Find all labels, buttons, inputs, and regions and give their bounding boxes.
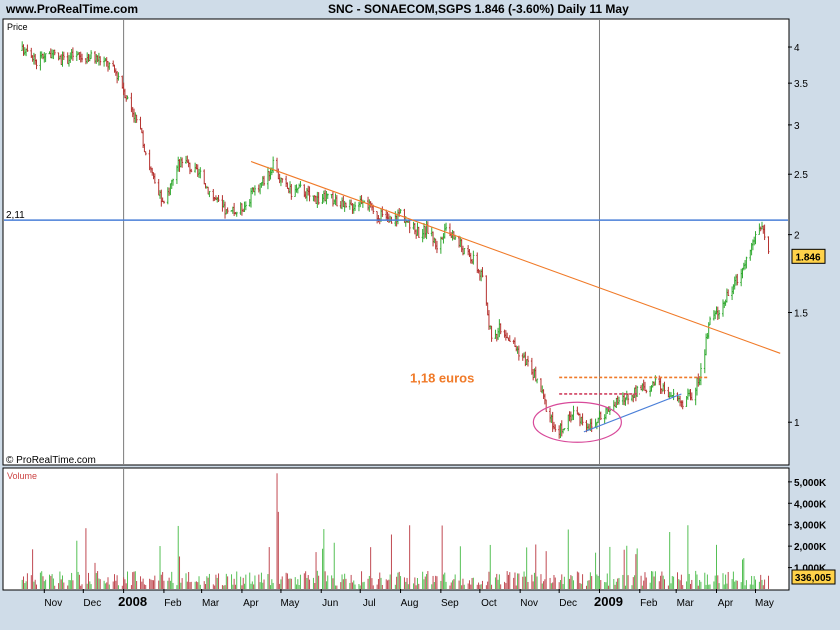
last-volume-label: 336,005 xyxy=(795,573,832,584)
vol-y-tick-label: 3,000K xyxy=(794,521,827,532)
x-tick-label: May xyxy=(280,598,299,609)
y-tick-label: 2.5 xyxy=(794,170,808,181)
x-tick-label: May xyxy=(755,598,774,609)
x-tick-label: Apr xyxy=(243,598,259,609)
x-tick-label: Mar xyxy=(202,598,220,609)
copyright: © ProRealTime.com xyxy=(6,455,96,466)
y-tick-label: 1 xyxy=(794,418,800,429)
x-tick-label: 2009 xyxy=(594,594,623,609)
x-tick-label: Dec xyxy=(559,598,577,609)
vol-y-tick-label: 4,000K xyxy=(794,499,827,510)
stock-chart: Nov Dec 2008 Feb Mar Apr May Jun Jul Aug Sep Oct Nov… xyxy=(2,18,836,609)
x-tick-label: Feb xyxy=(164,598,182,609)
vol-y-tick-label: 5,000K xyxy=(794,478,827,489)
level-label: 2,11 xyxy=(6,210,25,221)
x-tick-label: Oct xyxy=(481,598,497,609)
x-tick-label: Nov xyxy=(44,598,62,609)
x-tick-label: 2008 xyxy=(118,594,147,609)
x-tick-label: Jun xyxy=(322,598,338,609)
x-tick-label: Aug xyxy=(401,598,419,609)
price-annotation: 1,18 euros xyxy=(410,370,474,385)
x-tick-label: Sep xyxy=(441,598,459,609)
price-label: Price xyxy=(7,22,28,32)
vol-y-tick-label: 2,000K xyxy=(794,542,827,553)
y-tick-label: 3.5 xyxy=(794,79,808,90)
x-tick-label: Mar xyxy=(677,598,695,609)
volume-label: Volume xyxy=(7,471,37,481)
x-tick-label: Apr xyxy=(718,598,734,609)
y-tick-label: 2 xyxy=(794,231,800,242)
y-tick-label: 1.5 xyxy=(794,308,808,319)
last-price-label: 1.846 xyxy=(795,252,820,263)
y-tick-label: 4 xyxy=(794,43,800,54)
x-tick-label: Dec xyxy=(83,598,101,609)
x-tick-label: Jul xyxy=(363,598,376,609)
y-tick-label: 3 xyxy=(794,121,800,132)
x-tick-label: Nov xyxy=(520,598,538,609)
x-tick-label: Feb xyxy=(640,598,658,609)
volume-panel xyxy=(2,467,790,591)
